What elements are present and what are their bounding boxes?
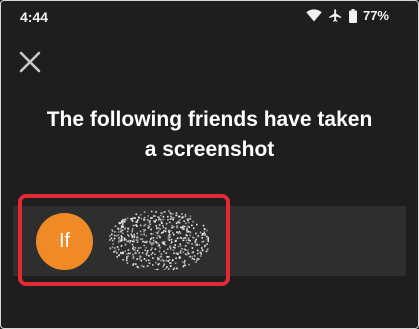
close-icon xyxy=(18,51,42,78)
battery-icon xyxy=(348,8,357,23)
title-line-2: a screenshot xyxy=(144,138,275,161)
page-title: The following friends have taken a scree… xyxy=(0,105,419,165)
title-line-1: The following friends have taken xyxy=(46,108,373,131)
highlight-box xyxy=(18,194,230,286)
status-time: 4:44 xyxy=(20,9,49,25)
airplane-icon xyxy=(328,8,343,23)
status-icons: 77% xyxy=(306,8,389,23)
status-bar: 4:44 77% xyxy=(0,0,419,34)
close-button[interactable] xyxy=(18,50,42,74)
battery-percentage: 77% xyxy=(362,8,389,23)
wifi-icon xyxy=(306,9,322,22)
